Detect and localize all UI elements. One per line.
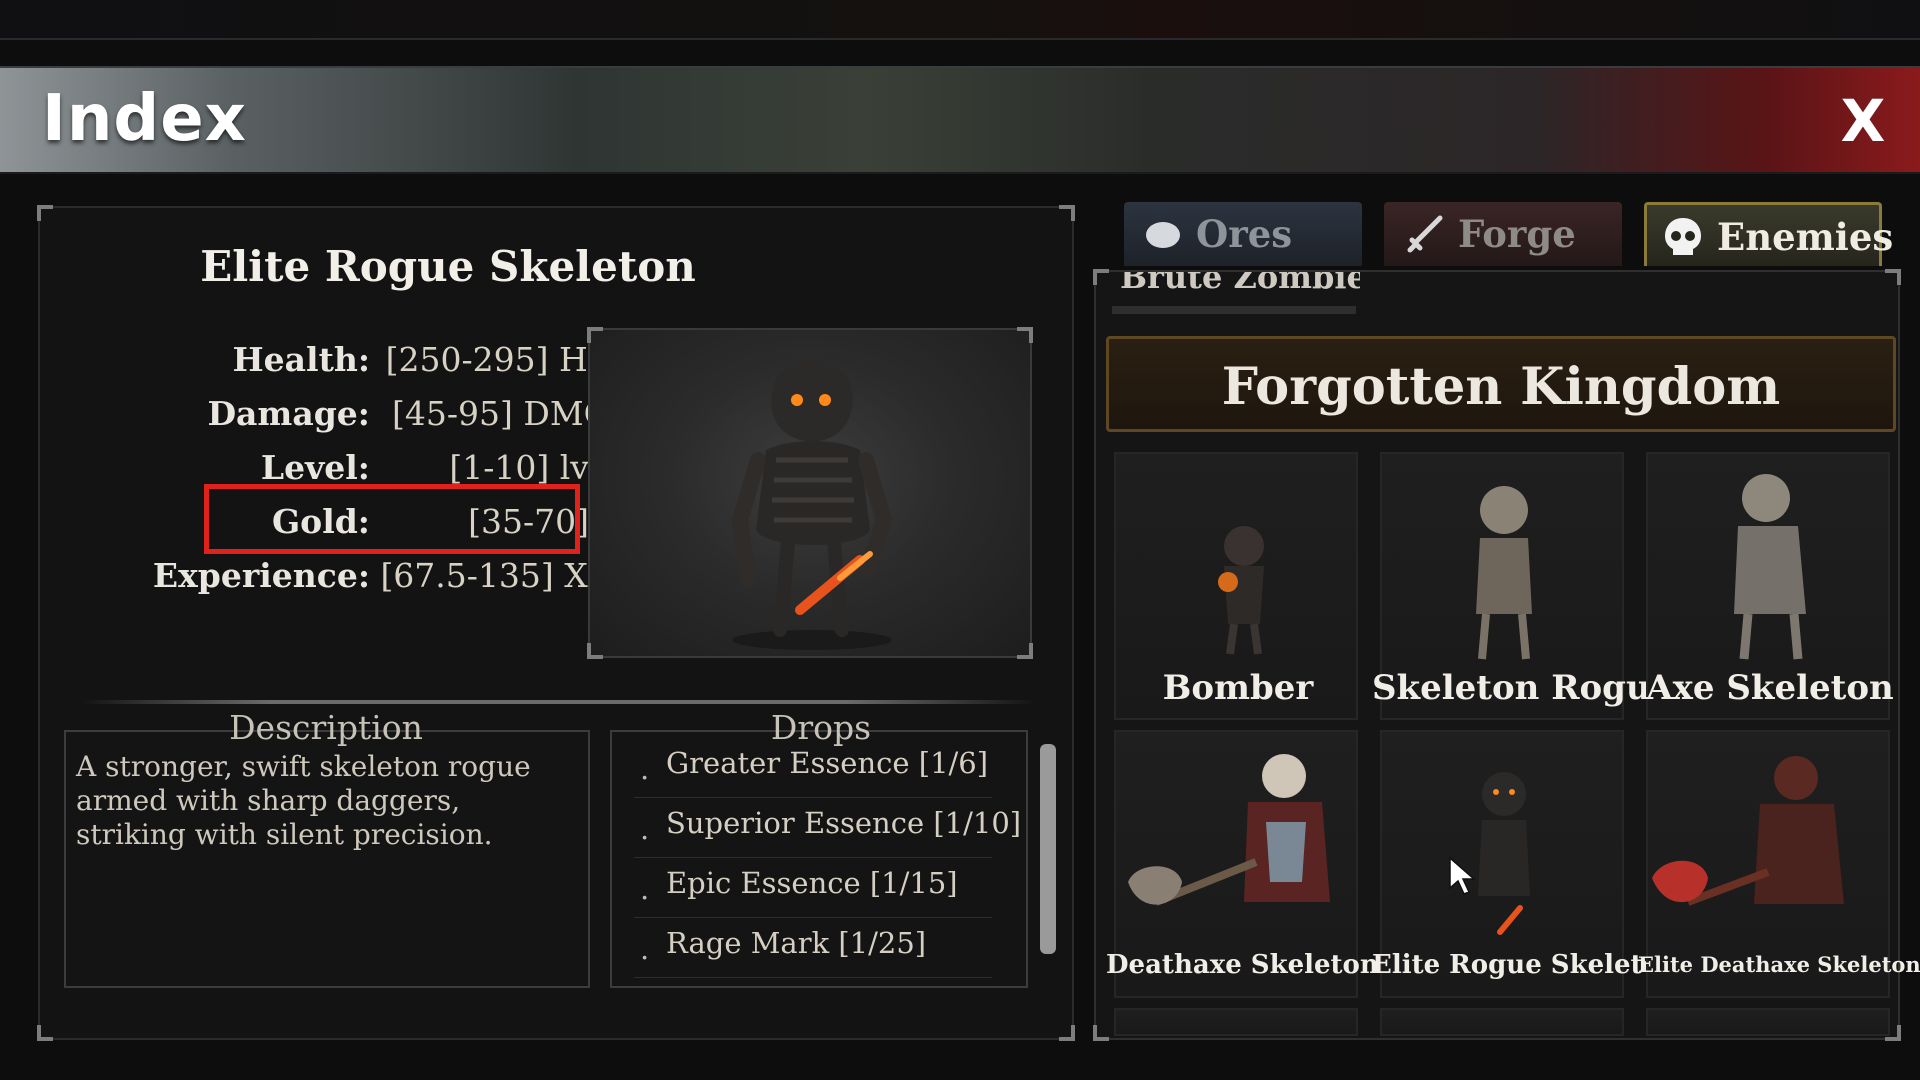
drop-label: Epic Essence [1/15] [666, 866, 958, 900]
drop-label: Superior Essence [1/10] [666, 806, 1022, 840]
elite-rogue-skeleton-figure [731, 360, 893, 650]
stat-value: [45-95] DMG [392, 394, 610, 433]
frame-corner [1885, 269, 1901, 285]
stat-damage: Damage: [45-95] DMG [100, 386, 610, 440]
stats-list: Health: [250-295] HP Damage: [45-95] DMG… [100, 332, 610, 602]
tab-label: Enemies [1717, 215, 1894, 259]
enemy-detail-panel: Elite Rogue Skeleton Health: [250-295] H… [37, 205, 1075, 1041]
drop-item: . Superior Essence [1/10] [634, 806, 1021, 858]
stat-label: Damage: [207, 394, 370, 433]
stat-value: [250-295] HP [385, 340, 610, 379]
previous-list-item[interactable]: Brute Zombie [1120, 272, 1360, 308]
description-title: Description [229, 708, 423, 747]
drop-label: Rage Mark [1/25] [666, 926, 927, 960]
enemy-card-elite-rogue-skeleton[interactable]: Elite Rogue Skeleton [1372, 730, 1679, 998]
enemy-card-next-row[interactable] [1380, 1008, 1624, 1036]
gold-highlight-box [204, 484, 580, 554]
stat-experience: Experience: [67.5-135] XP [100, 548, 610, 602]
previous-list-item-bar [1112, 306, 1356, 314]
enemy-card-next-row[interactable] [1646, 1008, 1890, 1036]
axe-skeleton-figure [1734, 474, 1806, 660]
close-button[interactable]: X [1828, 86, 1898, 156]
enemy-card-deathaxe-skeleton[interactable]: Deathaxe Skeleton [1106, 730, 1379, 998]
bullet-icon: . [640, 752, 650, 786]
enemy-portrait [587, 327, 1033, 659]
enemy-list-panel: Brute Zombie Forgotten Kingdom Bomber Sk… [1093, 269, 1920, 1041]
frame-corner [1059, 1025, 1075, 1041]
skeleton-rogue-figure [1476, 486, 1532, 660]
drop-item: . Epic Essence [1/15] [634, 866, 992, 918]
enemy-card-label: Elite Deathaxe Skeleton [1638, 952, 1920, 977]
frame-corner [1017, 327, 1033, 343]
sword-icon [1407, 215, 1443, 253]
enemy-card-label: Axe Skeleton [1646, 668, 1894, 708]
drops-scrollbar[interactable] [1040, 744, 1056, 954]
bullet-icon: . [640, 812, 650, 846]
index-header: Index X [0, 66, 1920, 174]
enemy-card-label: Deathaxe Skeleton [1106, 950, 1379, 980]
elite-deathaxe-skeleton-figure [1652, 756, 1844, 906]
drop-item: . Greater Essence [1/6] [634, 746, 992, 798]
frame-corner [1093, 269, 1109, 285]
frame-corner [587, 643, 603, 659]
drops-box: . Greater Essence [1/6] . Superior Essen… [610, 730, 1028, 988]
frame-corner [587, 327, 603, 343]
skull-icon [1665, 218, 1701, 255]
top-strip [0, 0, 1920, 40]
enemy-card-next-row[interactable] [1114, 1008, 1358, 1036]
zone-banner: Forgotten Kingdom [1106, 336, 1896, 432]
stat-label: Health: [232, 340, 370, 379]
enemy-card-label: Elite Rogue Skeleton [1372, 950, 1679, 980]
frame-corner [1017, 643, 1033, 659]
previous-list-item-label: Brute Zombie [1120, 272, 1360, 296]
stat-value: [67.5-135] XP [380, 556, 610, 595]
tab-forge[interactable]: Forge [1384, 202, 1622, 266]
frame-corner [37, 1025, 53, 1041]
drops-title: Drops [770, 708, 872, 747]
tab-enemies[interactable]: Enemies [1644, 202, 1893, 266]
tab-label: Ores [1196, 212, 1293, 256]
deathaxe-skeleton-figure [1128, 754, 1330, 906]
stat-label: Level: [260, 448, 370, 487]
zone-title: Forgotten Kingdom [1221, 357, 1781, 417]
page-title: Index [42, 82, 247, 156]
enemy-card-skeleton-rogue[interactable]: Skeleton Rogue [1372, 452, 1672, 720]
description-text: A stronger, swift skeleton rogue armed w… [76, 750, 531, 851]
enemy-name: Elite Rogue Skeleton [200, 242, 696, 291]
stat-value: [1-10] lvl. [449, 448, 610, 487]
enemy-card-elite-deathaxe-skeleton[interactable]: Elite Deathaxe Skeleton [1638, 730, 1920, 998]
enemy-card-axe-skeleton[interactable]: Axe Skeleton [1646, 452, 1894, 720]
section-divider [80, 700, 1036, 704]
frame-corner [37, 205, 53, 221]
bullet-icon: . [640, 872, 650, 906]
stat-label: Experience: [152, 556, 370, 595]
mouse-cursor-icon [1449, 856, 1476, 895]
drop-item: . Rage Mark [1/25] [634, 926, 992, 978]
elite-rogue-skeleton-figure [1478, 772, 1530, 935]
tab-ores[interactable]: Ores [1124, 202, 1362, 266]
frame-corner [1093, 1025, 1109, 1041]
enemy-card-bomber[interactable]: Bomber [1114, 452, 1358, 720]
enemy-card-label: Skeleton Rogue [1372, 668, 1673, 708]
drop-label: Greater Essence [1/6] [666, 746, 989, 780]
ore-icon [1146, 222, 1180, 248]
bomber-figure [1218, 526, 1264, 655]
enemy-card-label: Bomber [1162, 668, 1314, 708]
stat-health: Health: [250-295] HP [100, 332, 610, 386]
frame-corner [1059, 205, 1075, 221]
bullet-icon: . [640, 932, 650, 966]
tab-label: Forge [1458, 212, 1576, 256]
